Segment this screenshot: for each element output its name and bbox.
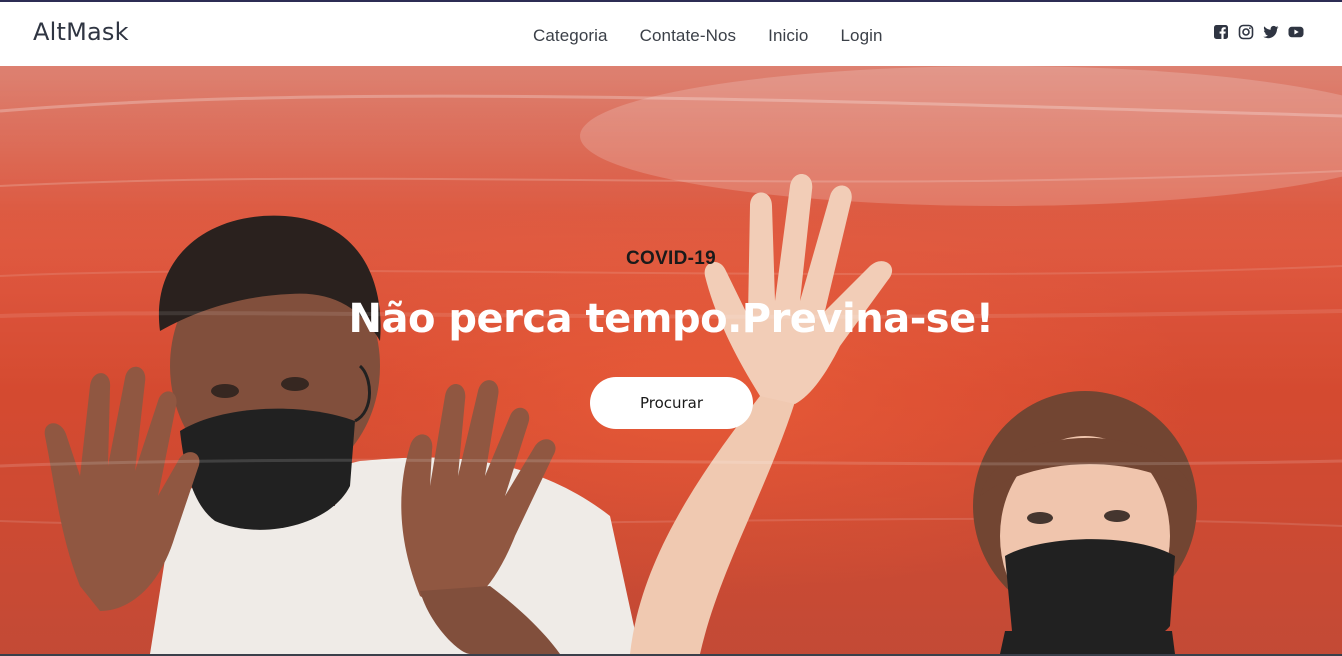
- nav-link-inicio[interactable]: Inicio: [768, 26, 808, 46]
- nav-links: Categoria Contate-Nos Inicio Login: [533, 26, 883, 46]
- youtube-icon[interactable]: [1288, 24, 1304, 40]
- procurar-button[interactable]: Procurar: [590, 377, 753, 429]
- hero-eyebrow: COVID-19: [625, 248, 717, 269]
- nav-link-login[interactable]: Login: [840, 26, 882, 46]
- hero-content: COVID-19 Não perca tempo.Previna-se! Pro…: [0, 66, 1342, 654]
- brand-logo[interactable]: AltMask: [33, 18, 129, 46]
- facebook-icon[interactable]: [1213, 24, 1229, 40]
- navbar: AltMask Categoria Contate-Nos Inicio Log…: [0, 2, 1342, 66]
- hero-banner: COVID-19 Não perca tempo.Previna-se! Pro…: [0, 66, 1342, 654]
- twitter-icon[interactable]: [1263, 24, 1279, 40]
- hero-headline: Não perca tempo.Previna-se!: [348, 296, 994, 342]
- nav-link-contate-nos[interactable]: Contate-Nos: [640, 26, 737, 46]
- nav-link-categoria[interactable]: Categoria: [533, 26, 608, 46]
- social-links: [1213, 24, 1304, 40]
- instagram-icon[interactable]: [1238, 24, 1254, 40]
